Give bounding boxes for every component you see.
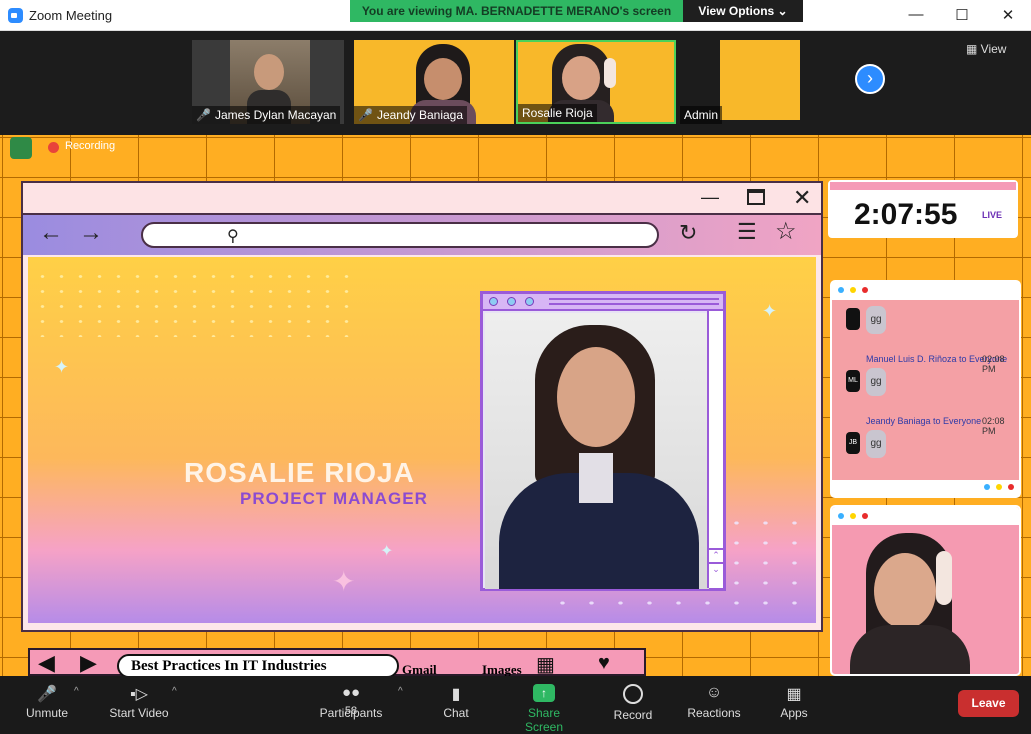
profile-photo: [485, 313, 709, 589]
minimize-icon[interactable]: —: [906, 6, 926, 23]
next-page-arrow-icon[interactable]: ›: [855, 64, 885, 94]
dot-pattern: [33, 269, 363, 337]
timer-value: 2:07:55: [854, 198, 958, 231]
photo-scrollbar: ⌃ ⌄: [707, 311, 723, 588]
photo-frame-header: [483, 294, 723, 311]
avatar: ML: [846, 370, 860, 392]
person-role: PROJECT MANAGER: [240, 489, 428, 508]
chat-message: gg: [866, 306, 886, 334]
camera-widget: [830, 505, 1021, 676]
person-name: ROSALIE RIOJA: [184, 457, 415, 488]
back-arrow-icon: ◀: [38, 650, 55, 675]
chat-sender: Jeandy Baniaga to Everyone: [866, 416, 982, 426]
chevron-up-icon[interactable]: ^: [74, 686, 79, 697]
recording-dot-icon: [48, 142, 59, 153]
muted-mic-icon: 🎤: [196, 108, 211, 122]
video-off-icon: ▪▷: [130, 686, 148, 703]
sparkle-icon: ✦: [54, 357, 70, 377]
apps-button[interactable]: ▦ Apps: [776, 684, 812, 720]
grid-icon: ▦: [966, 42, 981, 56]
chat-widget: gg Manuel Luis D. Riñoza to Everyone 02:…: [830, 280, 1021, 498]
back-arrow-icon: ←: [39, 219, 63, 246]
browser-header: — ✕: [23, 183, 821, 215]
participant-name: 🎤 James Dylan Macayan: [192, 106, 341, 124]
start-video-button[interactable]: ▪▷ Start Video: [106, 684, 172, 720]
apps-grid-icon: ▦: [536, 654, 555, 676]
chat-time: 02:08 PM: [982, 416, 1005, 436]
record-button[interactable]: Record: [612, 684, 654, 722]
chevron-up-icon[interactable]: ^: [172, 686, 177, 697]
profile-photo-frame: ⌃ ⌄: [480, 291, 726, 591]
participant-name: 🎤 Jeandy Baniaga: [354, 106, 468, 124]
maximize-icon: [747, 189, 765, 205]
share-screen-icon: ↑: [533, 684, 555, 702]
avatar: JB: [846, 432, 860, 454]
apps-icon: ▦: [786, 686, 802, 703]
participant-name: Admin: [680, 106, 723, 124]
refresh-icon: ↻: [679, 220, 698, 245]
search-icon: ⚲: [227, 228, 239, 245]
participant-tile-active[interactable]: Rosalie Rioja: [516, 40, 676, 124]
close-icon: ✕: [793, 185, 812, 210]
avatar: [846, 308, 860, 330]
view-button[interactable]: ▦ View: [966, 42, 1006, 56]
muted-mic-icon: 🎤: [358, 108, 373, 122]
address-bar: ⚲: [141, 222, 659, 248]
slide-content: ✦ ✦ ✦ ✦ ROSALIE RIOJA PROJECT MANAGER ⌃ …: [28, 257, 816, 623]
reactions-button[interactable]: ☺ Reactions: [686, 684, 742, 720]
sparkle-icon: ✦: [380, 543, 394, 560]
slide-bottom-bar: ◀ ▶ Best Practices In IT Industries Gmai…: [28, 648, 646, 678]
heart-icon: ♥: [598, 652, 610, 674]
slide-browser-frame: — ✕ ← → ⚲ ↻ ☰ ☆ ✦ ✦ ✦ ✦ ROSALIE RIOJA PR…: [21, 181, 823, 632]
smiley-icon: ☺: [705, 684, 723, 701]
minimize-icon: —: [701, 187, 719, 207]
maximize-icon[interactable]: ☐: [952, 6, 972, 24]
chat-time: 02:08 PM: [982, 354, 1005, 374]
participants-icon: ●● 58: [341, 684, 361, 717]
chevron-up-icon[interactable]: ^: [398, 686, 403, 697]
participant-tile[interactable]: 🎤 Jeandy Baniaga: [354, 40, 514, 124]
participant-tile[interactable]: 🎤 James Dylan Macayan: [192, 40, 344, 124]
timer-widget: 2:07:55 LIVE: [828, 180, 1018, 238]
chat-message: gg: [866, 430, 886, 458]
security-shield-icon[interactable]: [10, 137, 32, 159]
menu-icon: ☰: [737, 219, 757, 244]
live-badge: LIVE: [982, 210, 1003, 220]
forward-arrow-icon: ▶: [80, 650, 97, 675]
browser-toolbar: ← → ⚲ ↻ ☰ ☆: [23, 215, 821, 255]
zoom-app-icon: [8, 8, 23, 23]
slide-bottom-title: Best Practices In IT Industries: [117, 654, 399, 678]
muted-mic-icon: 🎤: [37, 686, 57, 703]
leave-button[interactable]: Leave: [958, 690, 1019, 717]
recording-label: Recording: [65, 140, 116, 152]
view-options-button[interactable]: View Options ⌄: [683, 0, 803, 22]
chat-button[interactable]: ▮ Chat: [436, 684, 476, 720]
participants-button[interactable]: ●● 58 Participants: [316, 684, 386, 720]
chat-message: gg: [866, 368, 886, 396]
viewing-screen-banner: You are viewing MA. BERNADETTE MERANO's …: [350, 0, 683, 22]
share-screen-button[interactable]: ↑ Share Screen: [508, 684, 580, 734]
close-icon[interactable]: ✕: [998, 6, 1018, 24]
sparkle-icon: ✦: [332, 566, 356, 597]
forward-arrow-icon: →: [79, 219, 103, 246]
chat-bubble-icon: ▮: [451, 686, 461, 703]
unmute-button[interactable]: 🎤 Unmute: [22, 684, 72, 720]
participant-tile[interactable]: Admin: [680, 40, 802, 124]
sparkle-icon: ✦: [762, 301, 778, 321]
participant-name: Rosalie Rioja: [518, 104, 597, 122]
chat-header: [832, 282, 1019, 300]
window-title: Zoom Meeting: [29, 8, 113, 23]
star-icon: ☆: [775, 218, 797, 245]
record-icon: [623, 684, 643, 704]
